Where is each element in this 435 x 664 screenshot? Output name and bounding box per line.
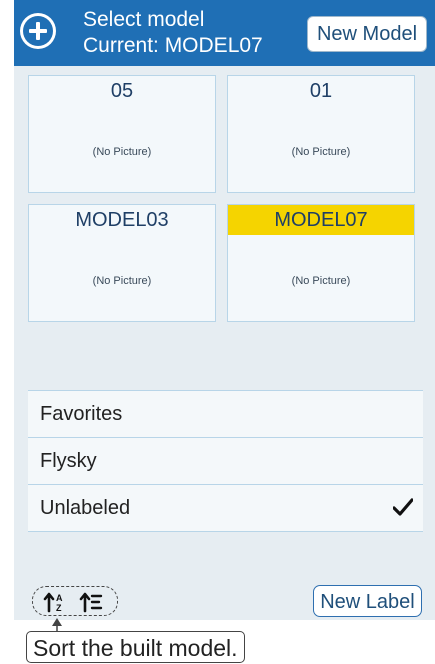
header-bar: Select model Current: MODEL07 New Model [14,0,435,66]
add-circle-icon[interactable] [20,13,56,49]
model-name: 01 [309,80,333,102]
current-model-label: Current: MODEL07 [83,34,263,57]
model-tile[interactable]: 05 (No Picture) [28,75,216,193]
model-name: MODEL07 [228,205,414,235]
model-picture-placeholder: (No Picture) [92,146,152,158]
tooltip: Sort the built model. [26,631,245,663]
label-list: Favorites Flysky Unlabeled [28,390,423,532]
tooltip-pointer-icon [52,618,62,632]
sort-buttons: A Z [32,586,118,616]
sort-list-icon[interactable] [79,591,103,613]
new-model-button[interactable]: New Model [307,16,427,52]
page-title: Select model [83,8,205,31]
model-picture-placeholder: (No Picture) [291,275,351,287]
label-item-favorites[interactable]: Favorites [28,390,423,438]
model-picture-placeholder: (No Picture) [291,146,351,158]
checkmark-icon [393,498,413,516]
model-tile-current[interactable]: MODEL07 (No Picture) [227,204,415,322]
svg-text:Z: Z [56,603,62,613]
model-tile[interactable]: 01 (No Picture) [227,75,415,193]
model-picture-placeholder: (No Picture) [92,275,152,287]
label-item-flysky[interactable]: Flysky [28,438,423,485]
label-item-text: Unlabeled [40,497,131,519]
sort-alpha-icon[interactable]: A Z [43,591,67,613]
model-tile[interactable]: MODEL03 (No Picture) [28,204,216,322]
model-name: MODEL03 [75,209,169,231]
svg-text:A: A [56,593,63,603]
model-name: 05 [110,80,134,102]
model-select-screen: Select model Current: MODEL07 New Model … [14,0,435,620]
new-label-button[interactable]: New Label [313,585,422,617]
label-item-unlabeled[interactable]: Unlabeled [28,485,423,532]
label-item-text: Favorites [40,403,123,425]
label-item-text: Flysky [40,450,97,472]
